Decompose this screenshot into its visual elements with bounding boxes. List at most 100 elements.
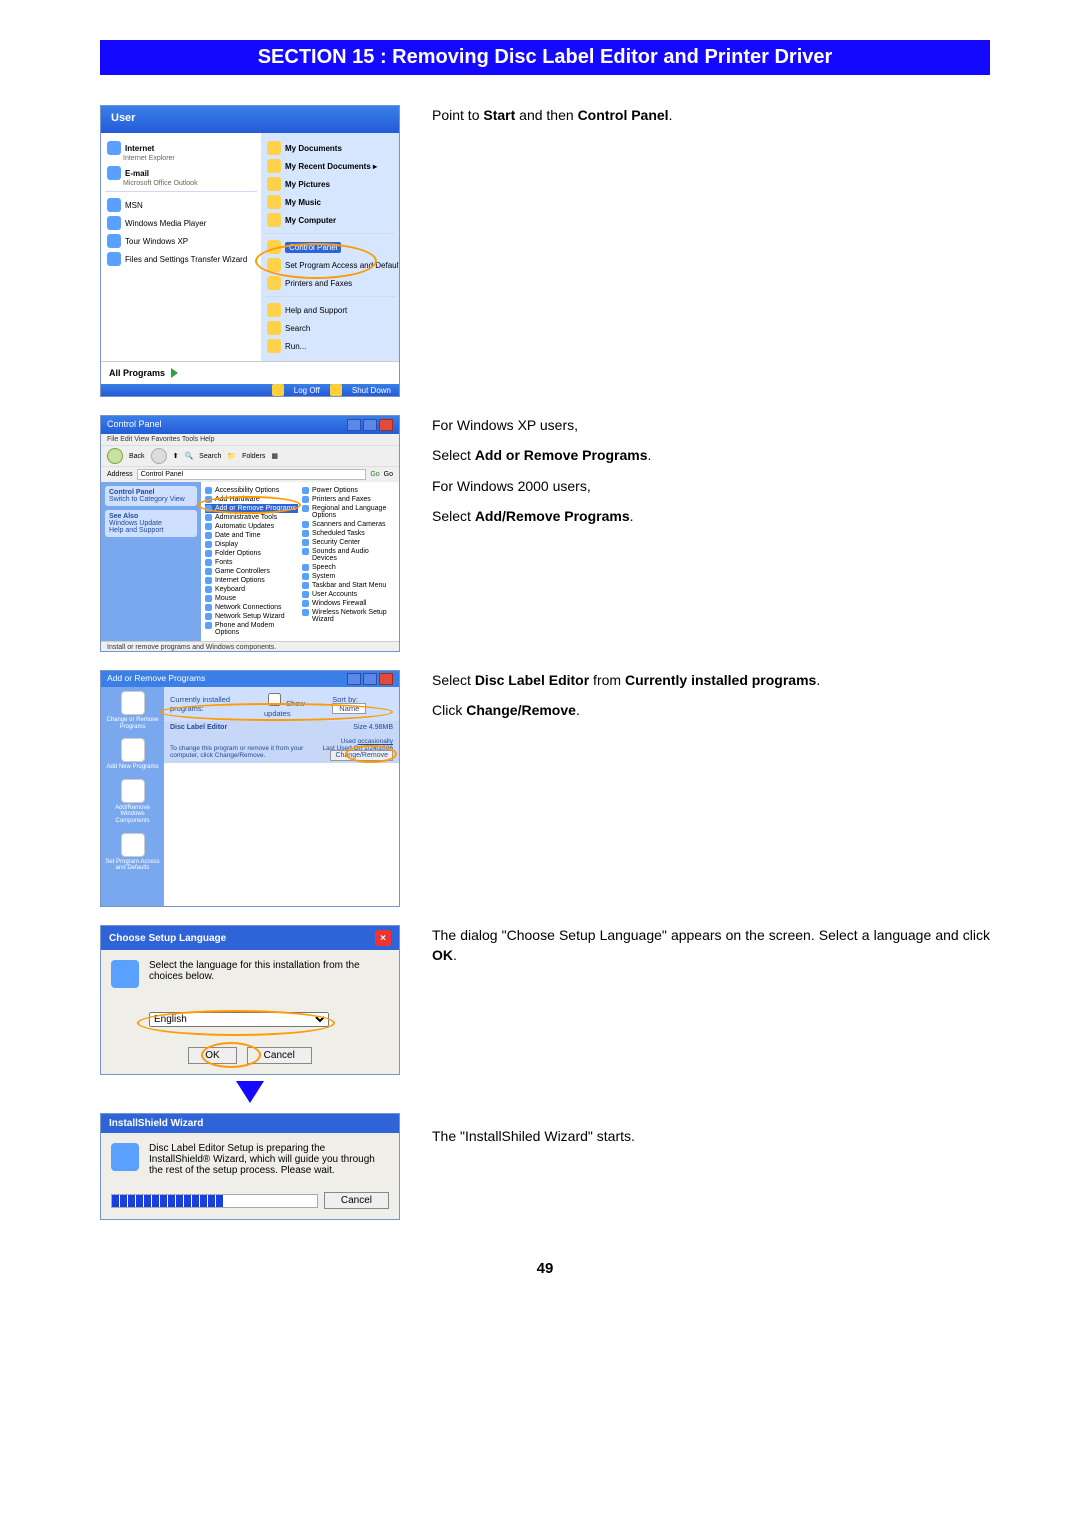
go-button[interactable]: Go — [370, 471, 379, 478]
mail-icon — [107, 166, 121, 180]
window-buttons[interactable] — [347, 673, 393, 685]
cp-statusbar: Install or remove programs and Windows c… — [101, 641, 399, 652]
cp-applet[interactable]: Network Setup Wizard — [205, 612, 298, 621]
arp-program-row[interactable]: Disc Label Editor Size 4.98MB — [164, 721, 399, 734]
computer-icon — [267, 213, 281, 227]
cp-applet[interactable]: Date and Time — [205, 531, 298, 540]
search-icon — [267, 321, 281, 335]
start-my-computer[interactable]: My Computer — [265, 211, 395, 229]
msn-icon — [107, 198, 121, 212]
cp-applet[interactable]: Game Controllers — [205, 567, 298, 576]
cp-applet[interactable]: Keyboard — [205, 585, 298, 594]
cp-menubar[interactable]: File Edit View Favorites Tools Help — [101, 434, 399, 445]
cp-applet[interactable]: Mouse — [205, 594, 298, 603]
cp-applet[interactable]: Automatic Updates — [205, 522, 298, 531]
cp-see-also-panel: See Also Windows Update Help and Support — [105, 510, 197, 537]
ish-titlebar: InstallShield Wizard — [101, 1114, 399, 1133]
cp-applet[interactable]: Add or Remove Programs — [205, 504, 298, 513]
address-input[interactable] — [137, 469, 367, 480]
arp-side-button[interactable]: Change or Remove Programs — [105, 691, 160, 730]
show-updates-checkbox[interactable] — [268, 693, 281, 706]
lang-titlebar: Choose Setup Language× — [101, 926, 399, 950]
cp-toolbar[interactable]: Back ⬆ 🔍Search 📁Folders ▦ — [101, 445, 399, 467]
step-4-5-text: The dialog "Choose Setup Language" appea… — [432, 925, 990, 1156]
lang-message: Select the language for this installatio… — [149, 960, 389, 982]
program-access-icon — [267, 258, 281, 272]
start-fst[interactable]: Files and Settings Transfer Wizard — [105, 250, 257, 268]
transfer-icon — [107, 252, 121, 266]
start-all-programs[interactable]: All Programs — [101, 361, 399, 384]
start-control-panel[interactable]: Control Panel — [265, 238, 395, 256]
cancel-button[interactable]: Cancel — [324, 1192, 389, 1209]
cp-applet[interactable]: System — [302, 572, 395, 581]
cp-applet[interactable]: Network Connections — [205, 603, 298, 612]
cp-applet[interactable]: Add Hardware — [205, 495, 298, 504]
cp-applet[interactable]: Phone and Modem Options — [205, 621, 298, 637]
arp-program-details: To change this program or remove it from… — [164, 734, 399, 763]
arp-side-button[interactable]: Add/Remove Windows Components — [105, 779, 160, 825]
logoff-button[interactable]: Log Off — [294, 386, 320, 395]
cp-applet[interactable]: Scheduled Tasks — [302, 529, 395, 538]
start-my-music[interactable]: My Music — [265, 193, 395, 211]
search-icon[interactable]: 🔍 — [184, 452, 193, 460]
back-icon[interactable] — [107, 448, 123, 464]
start-search[interactable]: Search — [265, 319, 395, 337]
arp-side-button[interactable]: Add New Programs — [105, 738, 160, 771]
cp-addressbar[interactable]: Address GoGo — [101, 467, 399, 482]
start-printers-faxes[interactable]: Printers and Faxes — [265, 274, 395, 292]
cancel-button[interactable]: Cancel — [247, 1047, 312, 1064]
forward-icon[interactable] — [151, 448, 167, 464]
globe-icon — [111, 960, 139, 988]
start-menu-user-banner: User — [101, 106, 399, 133]
cp-applet[interactable]: Fonts — [205, 558, 298, 567]
change-remove-button[interactable]: Change/Remove — [330, 750, 393, 761]
step-3: Add or Remove Programs Change or Remove … — [100, 670, 990, 907]
arp-titlebar: Add or Remove Programs — [101, 671, 399, 687]
cp-applet[interactable]: Windows Firewall — [302, 599, 395, 608]
cp-applet[interactable]: Speech — [302, 563, 395, 572]
language-select[interactable]: English — [149, 1012, 329, 1027]
cp-applet[interactable]: Internet Options — [205, 576, 298, 585]
shutdown-button[interactable]: Shut Down — [352, 386, 391, 395]
cp-applet[interactable]: Regional and Language Options — [302, 504, 395, 520]
cp-side-pane: Control PanelSwitch to Category View See… — [101, 482, 201, 641]
cp-applet[interactable]: Printers and Faxes — [302, 495, 395, 504]
folders-icon[interactable]: 📁 — [227, 452, 236, 460]
cp-applet[interactable]: Sounds and Audio Devices — [302, 547, 395, 563]
cp-applet[interactable]: Accessibility Options — [205, 486, 298, 495]
start-run[interactable]: Run... — [265, 337, 395, 355]
ok-button[interactable]: OK — [188, 1047, 236, 1064]
cp-windows-update[interactable]: Windows Update — [109, 520, 162, 527]
cp-applet[interactable]: Security Center — [302, 538, 395, 547]
cp-applet[interactable]: User Accounts — [302, 590, 395, 599]
cp-help-support[interactable]: Help and Support — [109, 527, 163, 534]
installshield-icon — [111, 1143, 139, 1171]
start-wmp[interactable]: Windows Media Player — [105, 214, 257, 232]
cp-applet[interactable]: Folder Options — [205, 549, 298, 558]
ie-icon — [107, 141, 121, 155]
cp-applet[interactable]: Taskbar and Start Menu — [302, 581, 395, 590]
cp-applet[interactable]: Administrative Tools — [205, 513, 298, 522]
window-buttons[interactable] — [347, 419, 393, 431]
cp-applet[interactable]: Wireless Network Setup Wizard — [302, 608, 395, 624]
start-menu-right-column: My Documents My Recent Documents ▸ My Pi… — [261, 133, 399, 361]
start-msn[interactable]: MSN — [105, 196, 257, 214]
close-icon[interactable]: × — [375, 930, 391, 946]
cp-applet[interactable]: Power Options — [302, 486, 395, 495]
cp-applet[interactable]: Display — [205, 540, 298, 549]
cp-applet[interactable]: Scanners and Cameras — [302, 520, 395, 529]
arrow-right-icon — [171, 368, 178, 378]
start-help-support[interactable]: Help and Support — [265, 301, 395, 319]
arp-program-name: Disc Label Editor — [170, 724, 227, 731]
start-menu-left-column: Internet Internet Explorer E-mail Micros… — [101, 133, 261, 361]
start-my-pictures[interactable]: My Pictures — [265, 175, 395, 193]
start-tour[interactable]: Tour Windows XP — [105, 232, 257, 250]
start-recent-documents[interactable]: My Recent Documents ▸ — [265, 157, 395, 175]
views-icon[interactable]: ▦ — [271, 452, 278, 460]
cp-switch-view[interactable]: Switch to Category View — [109, 496, 185, 503]
arp-side-button[interactable]: Set Program Access and Defaults — [105, 833, 160, 872]
up-icon[interactable]: ⬆ — [173, 452, 179, 460]
start-program-access[interactable]: Set Program Access and Defaults — [265, 256, 395, 274]
start-my-documents[interactable]: My Documents — [265, 139, 395, 157]
sort-dropdown[interactable]: Name — [332, 703, 366, 714]
